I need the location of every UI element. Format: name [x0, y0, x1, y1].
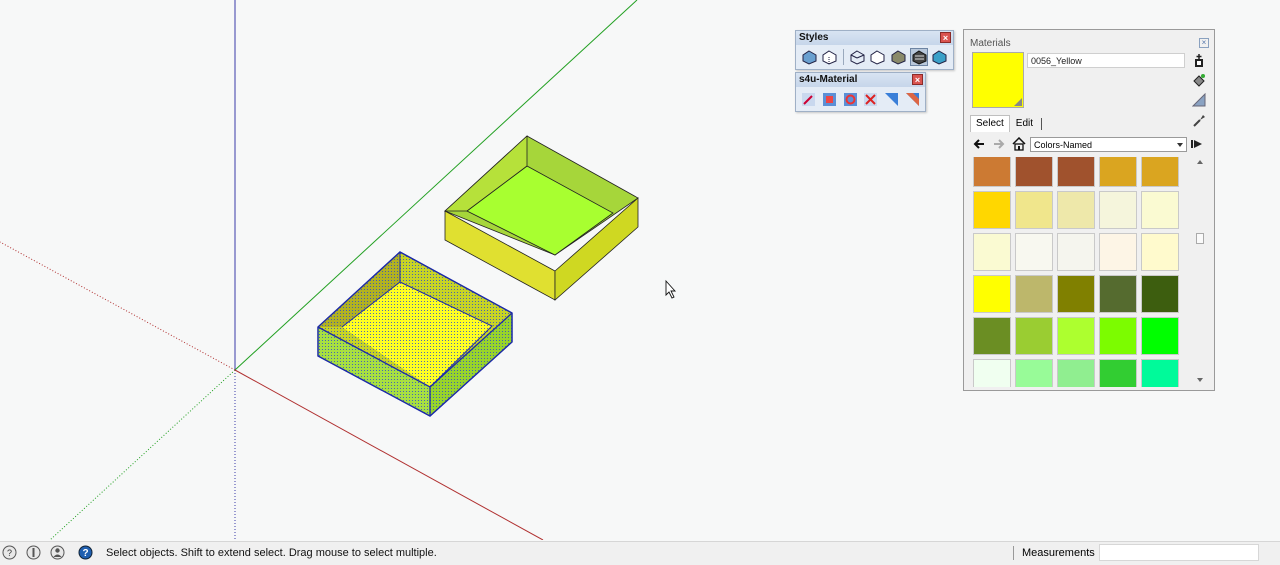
- mouse-cursor-icon: [665, 279, 677, 299]
- s4u-material-toolbar-close-button[interactable]: ×: [912, 74, 923, 85]
- material-swatch[interactable]: [1015, 359, 1053, 387]
- green-axis-hidden: [49, 369, 236, 541]
- red-axis-hidden: [0, 241, 236, 371]
- material-swatch[interactable]: [973, 317, 1011, 355]
- open-box-left-selected[interactable]: [317, 251, 513, 417]
- chevron-down-icon: [1177, 143, 1183, 147]
- wireframe-style-button[interactable]: [848, 48, 867, 66]
- back-edges-style-button[interactable]: [821, 48, 840, 66]
- material-swatch[interactable]: [1015, 191, 1053, 229]
- material-swatch[interactable]: [1099, 157, 1137, 187]
- s4u-remove-material-icon[interactable]: [862, 90, 880, 108]
- s4u-material-toolbar: s4u-Material ×: [795, 72, 926, 112]
- shaded-style-button[interactable]: [889, 48, 908, 66]
- user-account-icon[interactable]: [50, 545, 65, 560]
- material-swatch[interactable]: [1015, 317, 1053, 355]
- s4u-triangle-blue-icon[interactable]: [883, 90, 901, 108]
- scroll-thumb[interactable]: [1196, 233, 1204, 244]
- forward-arrow-icon[interactable]: [992, 137, 1006, 151]
- material-swatch[interactable]: [1099, 275, 1137, 313]
- materials-tabs: Select Edit: [970, 115, 1044, 132]
- swatch-grid: [973, 157, 1179, 387]
- shaded-with-textures-style-button[interactable]: [909, 48, 929, 66]
- measurements-input[interactable]: [1099, 544, 1259, 561]
- credits-icon[interactable]: [26, 545, 41, 560]
- xray-style-button[interactable]: [800, 48, 819, 66]
- measurements-label: Measurements: [1022, 547, 1095, 559]
- styles-toolbar-title-text: Styles: [799, 32, 829, 43]
- tab-select[interactable]: Select: [970, 115, 1010, 132]
- s4u-replace-material-icon[interactable]: [841, 90, 859, 108]
- back-arrow-icon[interactable]: [972, 137, 986, 151]
- svg-text:?: ?: [7, 548, 12, 558]
- monochrome-style-button[interactable]: [930, 48, 949, 66]
- material-swatch[interactable]: [973, 359, 1011, 387]
- material-swatch[interactable]: [973, 275, 1011, 313]
- red-axis: [234, 369, 544, 541]
- material-swatch[interactable]: [1057, 317, 1095, 355]
- material-swatch[interactable]: [1099, 317, 1137, 355]
- status-hint-text: Select objects. Shift to extend select. …: [106, 547, 437, 559]
- status-bar: ? ? Select objects. Shift to extend sele…: [0, 541, 1280, 565]
- material-swatch[interactable]: [1057, 157, 1095, 187]
- material-swatch[interactable]: [1141, 233, 1179, 271]
- materials-panel: Materials × 0056_Yellow Select Edit Colo…: [963, 29, 1215, 391]
- svg-text:?: ?: [82, 548, 88, 559]
- material-swatch[interactable]: [1141, 157, 1179, 187]
- library-select[interactable]: Colors-Named: [1030, 137, 1187, 152]
- material-swatch[interactable]: [973, 157, 1011, 187]
- material-swatch[interactable]: [1141, 275, 1179, 313]
- materials-panel-title: Materials: [970, 38, 1011, 49]
- swatch-scrollbar[interactable]: [1195, 157, 1205, 387]
- open-box-right[interactable]: [443, 135, 639, 301]
- library-navigation: Colors-Named: [972, 136, 1205, 153]
- material-swatch[interactable]: [1015, 157, 1053, 187]
- material-swatch[interactable]: [973, 191, 1011, 229]
- s4u-material-toolbar-title-text: s4u-Material: [799, 74, 858, 85]
- material-swatch[interactable]: [1141, 359, 1179, 387]
- tab-divider: [1041, 118, 1043, 130]
- styles-separator: [843, 49, 845, 65]
- material-swatch[interactable]: [1057, 233, 1095, 271]
- scroll-down-arrow-icon[interactable]: [1197, 378, 1203, 382]
- material-swatch[interactable]: [1057, 191, 1095, 229]
- s4u-triangle-gradient-icon[interactable]: [903, 90, 921, 108]
- material-name-field[interactable]: 0056_Yellow: [1027, 53, 1185, 68]
- details-arrow-icon[interactable]: [1191, 137, 1205, 151]
- tab-edit[interactable]: Edit: [1010, 115, 1039, 132]
- material-swatch[interactable]: [1057, 275, 1095, 313]
- help-icon[interactable]: ?: [78, 545, 93, 560]
- scroll-up-arrow-icon[interactable]: [1197, 160, 1203, 164]
- measurements-separator: [1013, 546, 1014, 560]
- material-swatch[interactable]: [1141, 317, 1179, 355]
- styles-toolbar-title[interactable]: Styles ×: [796, 31, 953, 45]
- s4u-pick-material-icon[interactable]: [800, 90, 818, 108]
- geo-location-icon[interactable]: ?: [2, 545, 17, 560]
- material-swatch[interactable]: [1057, 359, 1095, 387]
- s4u-material-toolbar-title[interactable]: s4u-Material ×: [796, 73, 925, 87]
- materials-panel-close-button[interactable]: ×: [1199, 38, 1209, 48]
- s4u-apply-material-icon[interactable]: [821, 90, 839, 108]
- library-select-value: Colors-Named: [1034, 140, 1093, 150]
- display-secondary-pane-icon[interactable]: [1191, 92, 1206, 107]
- material-swatch[interactable]: [1015, 275, 1053, 313]
- material-swatch[interactable]: [1099, 191, 1137, 229]
- material-swatch[interactable]: [1015, 233, 1053, 271]
- styles-toolbar: Styles ×: [795, 30, 954, 70]
- material-swatch[interactable]: [1141, 191, 1179, 229]
- styles-toolbar-close-button[interactable]: ×: [940, 32, 951, 43]
- hidden-line-style-button[interactable]: [869, 48, 888, 66]
- sample-paint-icon[interactable]: [1192, 114, 1206, 128]
- material-preview-swatch[interactable]: [972, 52, 1024, 108]
- swatch-grid-viewport: [972, 157, 1194, 387]
- home-icon[interactable]: [1012, 136, 1026, 151]
- material-swatch[interactable]: [1099, 233, 1137, 271]
- create-material-icon[interactable]: [1192, 54, 1206, 68]
- paint-bucket-icon[interactable]: [1192, 73, 1206, 87]
- material-swatch[interactable]: [973, 233, 1011, 271]
- material-swatch[interactable]: [1099, 359, 1137, 387]
